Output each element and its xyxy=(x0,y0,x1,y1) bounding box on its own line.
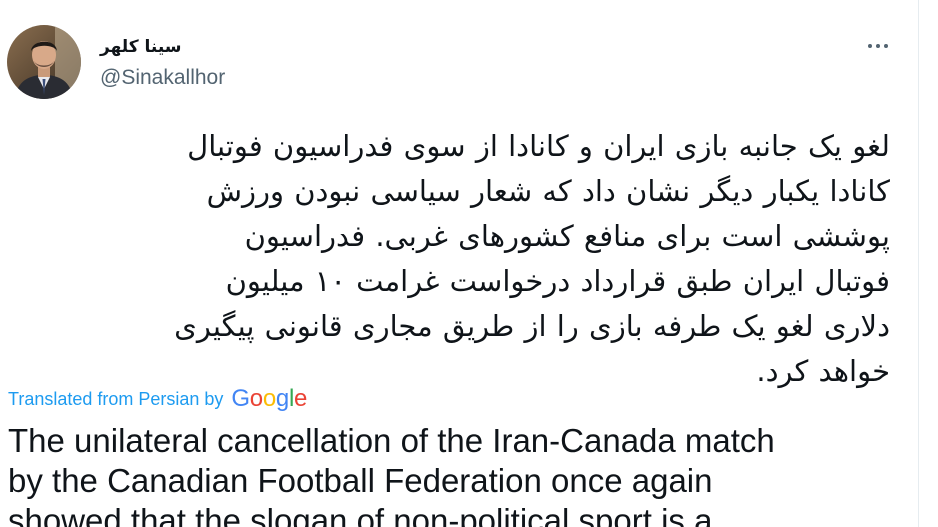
profile-photo-icon xyxy=(7,25,81,99)
tweet-text-line: کانادا یکبار دیگر نشان داد که شعار سیاسی… xyxy=(206,174,890,208)
column-divider xyxy=(918,0,919,527)
tweet-text-translation: The unilateral cancellation of the Iran-… xyxy=(8,421,913,527)
tweet-text-line: دلاری لغو یک طرفه بازی را از طریق مجاری … xyxy=(174,309,890,343)
author-display-name[interactable]: سینا کلهر xyxy=(100,36,182,58)
avatar[interactable] xyxy=(7,25,81,99)
translation-line: showed that the slogan of non-political … xyxy=(8,502,713,527)
more-options-button[interactable] xyxy=(858,32,898,60)
tweet-text-line: پوششی است برای منافع کشورهای غربی. فدراس… xyxy=(244,219,890,253)
tweet-card: سینا کلهر @Sinakallhor لغو یک جانبه بازی… xyxy=(0,0,918,527)
translated-by-link[interactable]: Translated from Persian by Google xyxy=(8,386,307,412)
google-logo: Google xyxy=(231,385,308,412)
tweet-text-persian: لغو یک جانبه بازی ایران و کانادا از سوی … xyxy=(10,124,890,394)
ellipsis-icon xyxy=(868,44,872,48)
author-handle[interactable]: @Sinakallhor xyxy=(100,66,225,90)
translated-by-label: Translated from Persian by xyxy=(8,389,224,409)
tweet-text-line: فوتبال ایران طبق قرارداد درخواست غرامت ۱… xyxy=(225,264,890,298)
tweet-text-line: لغو یک جانبه بازی ایران و کانادا از سوی … xyxy=(187,129,890,163)
translation-line: The unilateral cancellation of the Iran-… xyxy=(8,422,775,459)
translation-line: by the Canadian Football Federation once… xyxy=(8,462,713,499)
